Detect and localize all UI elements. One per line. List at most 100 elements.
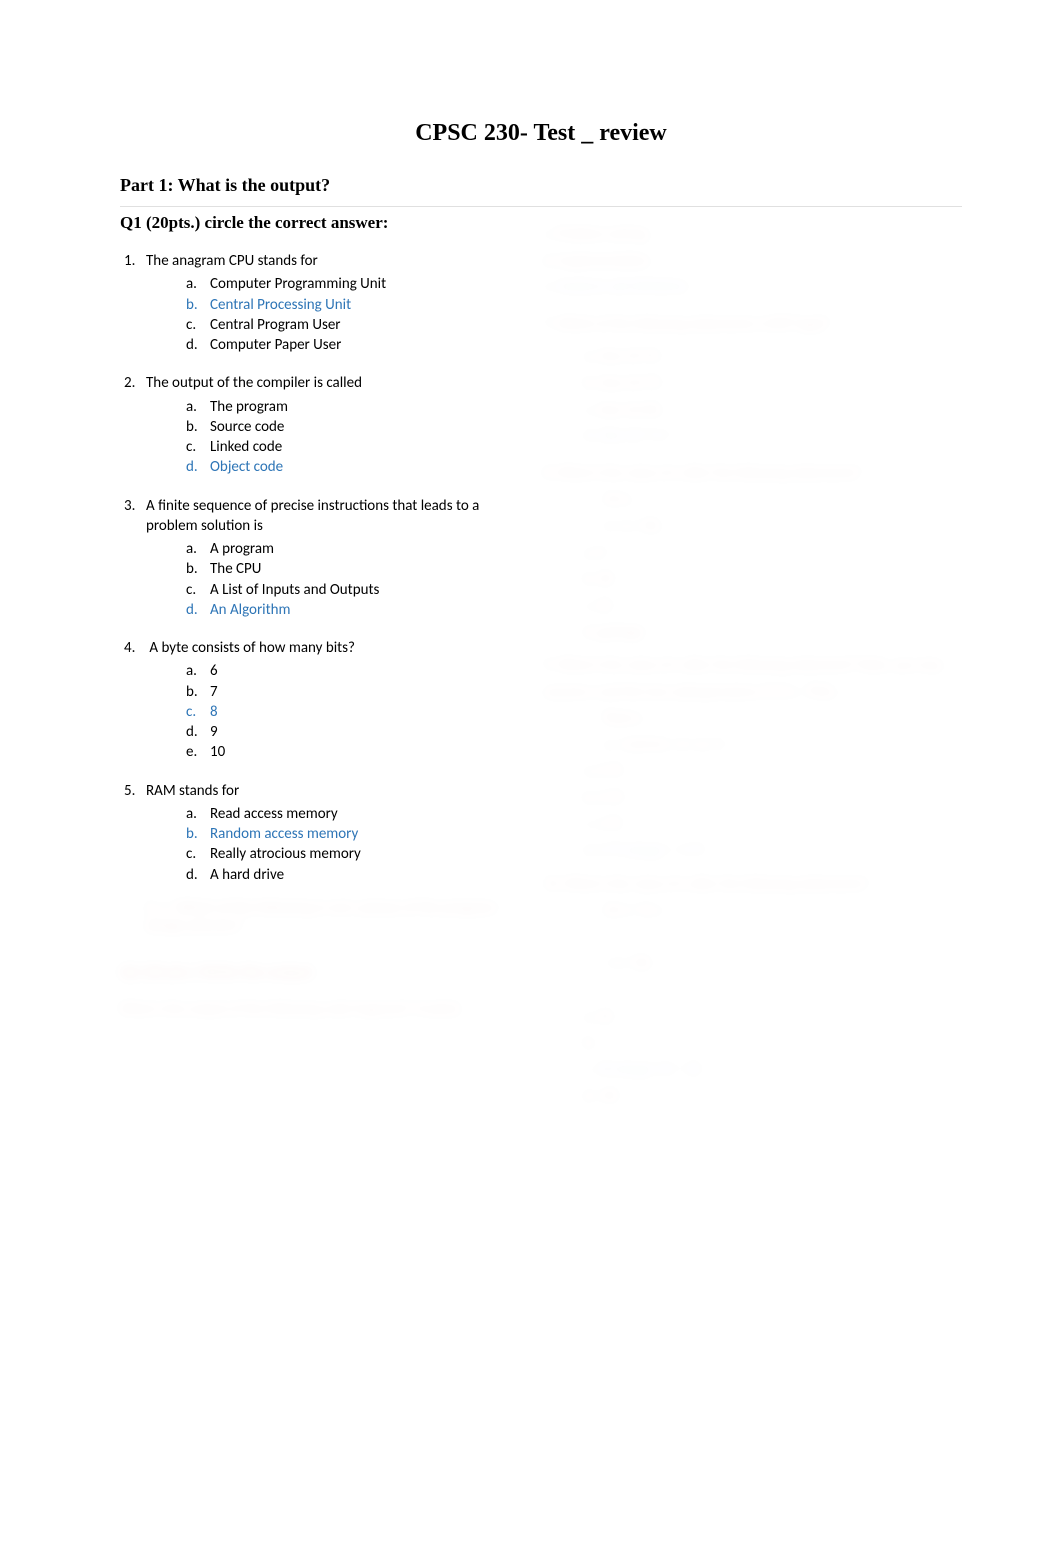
opt-text: A hard drive — [210, 866, 284, 884]
hidden-line: b. 5.75 — [544, 785, 948, 812]
opt-text: Really atrocious memory — [210, 845, 361, 863]
hidden-line: int x; — [544, 486, 948, 513]
hidden-line: = x + 30; — [544, 950, 948, 977]
option-d: d.Object code — [186, 457, 524, 477]
q-text: A finite sequence of precise instruction… — [146, 497, 479, 535]
hidden-line: d. 3.75 integer = 3.75 — [544, 838, 948, 865]
opt-text: 6 — [210, 662, 218, 680]
hidden-text: 6. c- Which of the following is not a ph… — [146, 899, 524, 935]
hidden-line: x = x + 30; — [544, 513, 948, 540]
hidden-line: x = 3.0/4.0 + 3 + 2 / 5 — [544, 732, 948, 759]
option-b: b.7 — [186, 682, 524, 702]
option-a: a.A program — [186, 539, 524, 559]
question-4: 4. A byte consists of how many bits? a.6… — [146, 638, 524, 763]
opt-text: Computer Paper User — [210, 336, 341, 354]
opt-letter: b. — [186, 824, 210, 844]
option-c: c.8 — [186, 702, 524, 722]
hidden-line: d. -40 — [544, 1083, 948, 1110]
hidden-line: c. Problem solving — [544, 221, 948, 248]
hidden-line: e. Analysis and definition — [544, 274, 948, 301]
hidden-line: 9. What is the value of x after the foll… — [544, 652, 948, 705]
option-a: a.Computer Programming Unit — [186, 274, 524, 294]
hidden-line: b. - — [544, 1030, 948, 1057]
hidden-q6: 6. c- Which of the following is not a ph… — [120, 899, 524, 935]
hidden-line: c. 33 — [544, 593, 948, 620]
option-a: a.6 — [186, 661, 524, 681]
options-list: a.A program b.The CPU c.A List of Inputs… — [146, 539, 524, 620]
opt-text: 9 — [210, 723, 218, 741]
option-b: b.The CPU — [186, 559, 524, 579]
options-list: a.6 b.7 c.8 d.9 e.10 — [146, 661, 524, 762]
opt-text: Linked code — [210, 438, 282, 456]
hidden-line: a. char ch='b'; — [544, 343, 948, 370]
hidden-text: What is the output of the following code… — [120, 1000, 524, 1017]
opt-text: Central Processing Unit — [210, 296, 351, 314]
question-5: 5.RAM stands for a.Read access memory b.… — [146, 781, 524, 885]
option-e: e.10 — [186, 742, 524, 762]
hidden-line: float x; — [544, 705, 948, 732]
opt-letter: d. — [186, 457, 210, 477]
opt-letter: a. — [186, 274, 210, 294]
opt-text: An Algorithm — [210, 601, 291, 619]
opt-letter: c. — [186, 315, 210, 335]
opt-text: 8 — [210, 703, 218, 721]
opt-text: The program — [210, 398, 288, 416]
options-list: a.Computer Programming Unit b.Central Pr… — [146, 274, 524, 355]
option-c: c.Central Program User — [186, 315, 524, 335]
hidden-q2-section: Q2 (20 pts.) Write the output What is th… — [120, 963, 524, 1017]
q-number: 1. — [124, 251, 146, 271]
opt-text: A List of Inputs and Outputs — [210, 581, 379, 599]
questions-list: 1.The anagram CPU stands for a.Computer … — [120, 251, 524, 885]
hidden-heading: Q2 (20 pts.) Write the output — [120, 963, 524, 982]
opt-letter: d. — [186, 722, 210, 742]
option-c: c.Really atrocious memory — [186, 844, 524, 864]
option-c: c.Linked code — [186, 437, 524, 457]
hidden-line: i — [544, 924, 948, 951]
option-a: a.Read access memory — [186, 804, 524, 824]
opt-letter: c. — [186, 702, 210, 722]
opt-letter: c. — [186, 437, 210, 457]
hidden-line: int x = 0; x — [544, 897, 948, 924]
option-a: a.The program — [186, 397, 524, 417]
hidden-line: d. Implementation — [544, 248, 948, 275]
hidden-line: } — [544, 977, 948, 1004]
hidden-line: c. 1.75 — [544, 811, 948, 838]
question-2: 2.The output of the compiler is called a… — [146, 373, 524, 477]
opt-text: Object code — [210, 458, 283, 476]
option-b: b.Source code — [186, 417, 524, 437]
hidden-line: c. 30 integer 10 + 30 — [544, 1057, 948, 1084]
hidden-line: c. char ch=65; — [544, 397, 948, 424]
opt-text: Read access memory — [210, 805, 338, 823]
options-list: a.Read access memory b.Random access mem… — [146, 804, 524, 885]
opt-text: Source code — [210, 418, 284, 436]
hidden-line: a. 0 — [544, 540, 948, 567]
part-heading: Part 1: What is the output? — [120, 175, 962, 196]
q-text: RAM stands for — [146, 782, 239, 800]
hidden-line: a. 10 — [544, 1004, 948, 1031]
q-number: 4. — [124, 638, 146, 658]
option-d: d.A hard drive — [186, 865, 524, 885]
content-columns: Q1 (20pts.) circle the correct answer: 1… — [120, 206, 962, 1110]
opt-text: A program — [210, 540, 274, 558]
option-b: b.Random access memory — [186, 824, 524, 844]
opt-letter: c. — [186, 580, 210, 600]
opt-letter: c. — [186, 844, 210, 864]
option-d: d.Computer Paper User — [186, 335, 524, 355]
option-d: d.9 — [186, 722, 524, 742]
opt-letter: a. — [186, 397, 210, 417]
q-text: The output of the compiler is called — [146, 374, 362, 392]
opt-letter: b. — [186, 417, 210, 437]
q-number: 2. — [124, 373, 146, 393]
hidden-line: 7. Which of the following statements is … — [544, 311, 948, 338]
question-3: 3.A finite sequence of precise instructi… — [146, 496, 524, 621]
q1-heading: Q1 (20pts.) circle the correct answer: — [120, 213, 524, 233]
hidden-line: 10. What is the value of x after the fol… — [544, 871, 948, 898]
q-text: A byte consists of how many bits? — [146, 639, 355, 657]
hidden-line: b. char ch='0'; — [544, 370, 948, 397]
opt-text: 10 — [210, 743, 225, 761]
opt-letter: d. — [186, 865, 210, 885]
opt-letter: a. — [186, 804, 210, 824]
opt-letter: d. — [186, 600, 210, 620]
opt-text: The CPU — [210, 560, 261, 578]
opt-text: 7 — [210, 683, 218, 701]
